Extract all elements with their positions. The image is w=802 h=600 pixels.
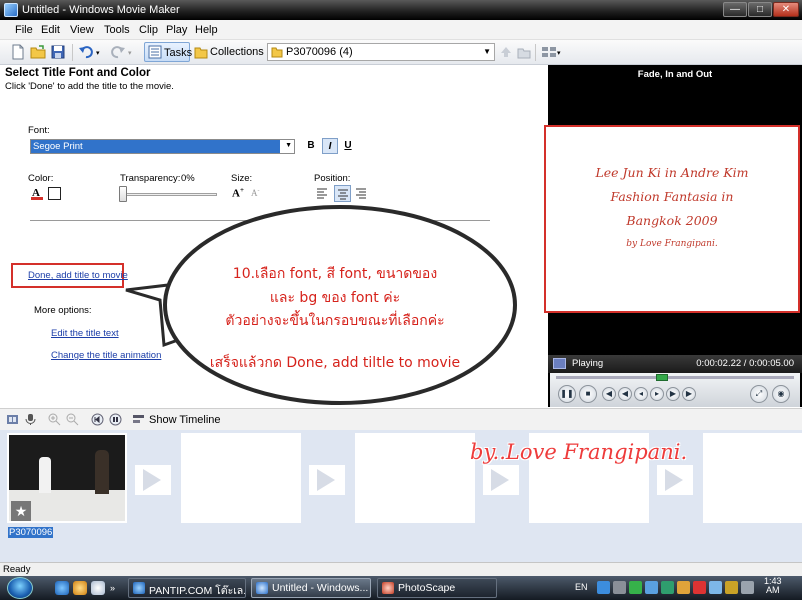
movie-maker-window: Untitled - Windows Movie Maker — □ ✕ Fil… — [0, 0, 802, 600]
callout-line-4: เสร็จแล้วกด Done, add tiltle to movie — [209, 355, 461, 371]
callout-line-2: และ bg ของ font ค่ะ — [269, 290, 401, 306]
callout-line-1: 10.เลือก font, สี font, ขนาดของ — [232, 266, 438, 282]
callout-line-3: ตัวอย่างจะขึ้นในกรอบขณะที่เลือกค่ะ — [225, 313, 445, 329]
